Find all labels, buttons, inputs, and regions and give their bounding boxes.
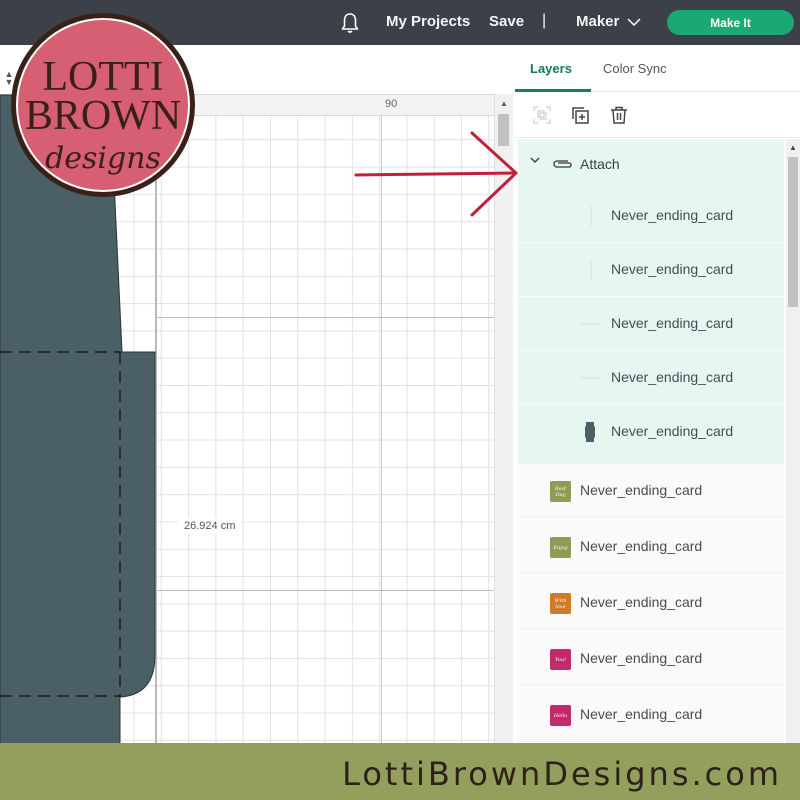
tab-color-sync[interactable]: Color Sync [603,61,667,76]
separator: | [542,12,547,29]
horizontal-line-thumbnail-icon [580,323,600,325]
layer-row[interactable]: Never_ending_card [518,243,784,297]
layer-name: Never_ending_card [580,594,703,610]
tab-layers[interactable]: Layers [530,61,572,76]
layer-row[interactable]: Enjoy Never_ending_card [518,520,784,574]
layer-row[interactable]: Never_ending_card [518,297,784,351]
greeting-thumbnail-icon: Best Day [550,481,571,502]
layer-name: Never_ending_card [611,207,734,223]
group-header[interactable]: Attach [518,139,784,189]
layer-row[interactable]: Never_ending_card [518,189,784,243]
layer-name: Never_ending_card [611,315,734,331]
ruler-tick-label: 90 [385,98,398,110]
layer-row[interactable]: With love Never_ending_card [518,576,784,630]
scrollbar-thumb[interactable] [788,157,798,307]
scroll-up-arrow-icon[interactable]: ▲ [789,143,797,152]
footer-website-text: LottiBrownDesigns.com [342,755,782,793]
layer-name: Never_ending_card [580,650,703,666]
layer-name: Never_ending_card [611,261,734,277]
panel-tabs: Layers Color Sync [514,45,800,92]
save-button[interactable]: Save [489,13,524,30]
annotation-arrow-icon [354,131,518,217]
vertical-line-thumbnail-icon [590,206,592,226]
lotti-brown-logo: LOTTI BROWN designs [11,13,195,197]
layer-name: Never_ending_card [611,369,734,385]
layer-row[interactable]: Never_ending_card [518,351,784,405]
group-icon[interactable] [532,105,552,125]
scroll-up-arrow-icon[interactable]: ▲ [500,99,508,108]
grid-major-line [155,317,494,318]
footer-banner: LottiBrownDesigns.com [0,743,800,800]
layer-row[interactable]: Best Day Never_ending_card [518,464,784,518]
layer-row[interactable]: You! Never_ending_card [518,632,784,686]
layers-scrollbar[interactable]: ▲ [786,139,800,745]
layers-list: Attach Never_ending_card Never_ending_ca… [514,139,784,745]
grid-major-line [155,590,494,591]
layer-row[interactable]: Never_ending_card [518,405,784,459]
greeting-thumbnail-icon: You! [550,649,571,670]
trash-icon[interactable] [609,105,629,125]
attach-clip-icon [553,160,572,168]
make-it-button[interactable]: Make It [667,10,794,35]
greeting-thumbnail-icon: Hello [550,705,571,726]
layer-name: Never_ending_card [580,538,703,554]
duplicate-icon[interactable] [570,105,590,125]
app-window: My Projects Save | Maker Make It ▲ ▼ 90 ▲… [0,0,800,800]
vertical-line-thumbnail-icon [590,260,592,280]
logo-text-line2: BROWN [25,93,181,139]
group-label: Attach [580,156,620,172]
card-shape-thumbnail-icon [585,422,595,442]
machine-label: Maker [576,13,620,30]
chevron-down-icon[interactable] [530,157,540,164]
logo-text-line3: designs [45,141,161,176]
horizontal-line-thumbnail-icon [580,377,600,379]
my-projects-link[interactable]: My Projects [386,13,470,30]
machine-selector[interactable]: Maker [576,13,641,30]
bell-icon[interactable] [340,12,360,34]
layer-row[interactable]: Hello Never_ending_card [518,688,784,742]
greeting-thumbnail-icon: Enjoy [550,537,571,558]
greeting-thumbnail-icon: With love [550,593,571,614]
layer-tools [514,92,800,138]
layer-name: Never_ending_card [611,423,734,439]
layers-panel: Layers Color Sync Attach Never_ending_ca… [514,45,800,745]
layer-name: Never_ending_card [580,706,703,722]
layer-name: Never_ending_card [580,482,703,498]
chevron-down-icon [627,17,641,26]
dimension-label: 26.924 cm [178,518,242,534]
